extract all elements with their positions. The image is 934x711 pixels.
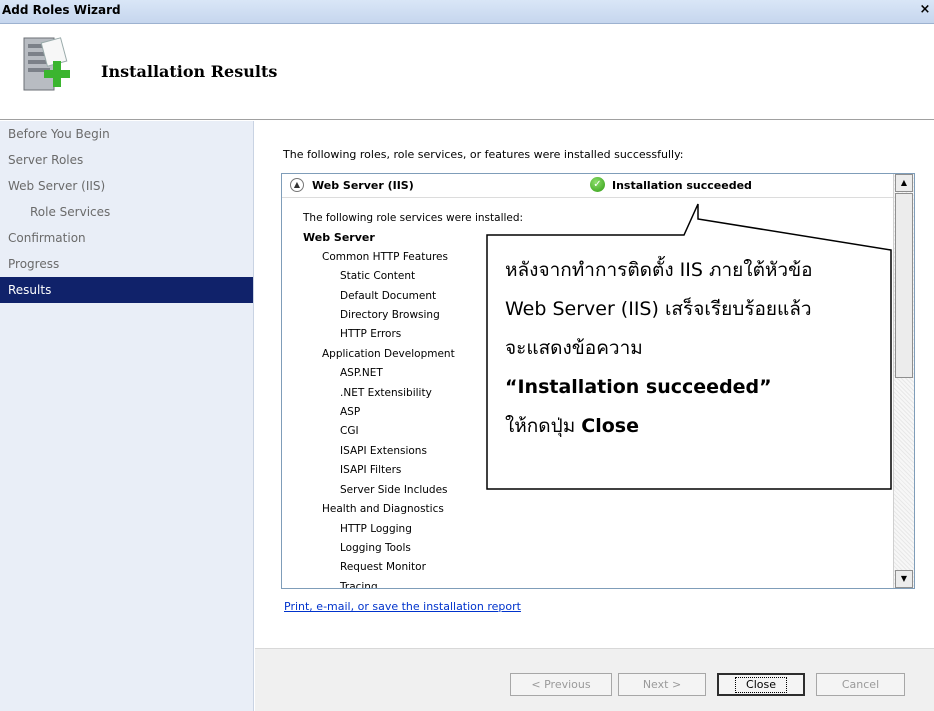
- callout-line: Web Server (IIS) เสร็จเรียบร้อยแล้ว: [505, 298, 812, 320]
- close-button-label: Close: [735, 677, 787, 693]
- report-link[interactable]: Print, e-mail, or save the installation …: [284, 600, 521, 613]
- nav-item-before-you-begin[interactable]: Before You Begin: [0, 121, 253, 147]
- nav-item-results[interactable]: Results: [0, 277, 253, 303]
- role-title: Web Server (IIS): [312, 179, 414, 192]
- nav-item-server-roles[interactable]: Server Roles: [0, 147, 253, 173]
- scroll-up-icon[interactable]: ▲: [895, 174, 913, 192]
- nav-item-web-server[interactable]: Web Server (IIS): [0, 173, 253, 199]
- callout-prefix: ให้กดปุ่ม: [505, 415, 582, 437]
- tree-item: HTTP Logging: [340, 522, 412, 535]
- nav-item-progress[interactable]: Progress: [0, 251, 253, 277]
- scroll-thumb[interactable]: [895, 193, 913, 378]
- success-check-icon: ✓: [590, 177, 605, 192]
- intro-text: The following roles, role services, or f…: [283, 148, 684, 161]
- callout-line: ให้กดปุ่ม Close: [505, 407, 885, 446]
- callout-text: หลังจากทำการติดตั้ง IIS ภายใต้หัวข้อ Web…: [505, 251, 885, 446]
- collapse-icon[interactable]: ▲: [290, 178, 304, 192]
- callout-line: จะแสดงข้อความ: [505, 337, 643, 359]
- callout-line: หลังจากทำการติดตั้ง IIS ภายใต้หัวข้อ: [505, 259, 813, 281]
- next-button[interactable]: Next >: [618, 673, 706, 696]
- tree-item: Tracing: [340, 580, 378, 589]
- previous-button[interactable]: < Previous: [510, 673, 612, 696]
- wizard-header: Installation Results: [0, 24, 934, 120]
- close-window-icon[interactable]: ×: [918, 3, 932, 19]
- cancel-button[interactable]: Cancel: [816, 673, 905, 696]
- close-button[interactable]: Close: [717, 673, 805, 696]
- tree-item: Request Monitor: [340, 561, 426, 574]
- window-title: Add Roles Wizard: [2, 3, 121, 17]
- tree-item: Health and Diagnostics: [322, 503, 444, 516]
- nav-item-role-services[interactable]: Role Services: [0, 199, 253, 225]
- wizard-nav: Before You Begin Server Roles Web Server…: [0, 121, 254, 711]
- scroll-down-icon[interactable]: ▼: [895, 570, 913, 588]
- callout-close-word: Close: [581, 415, 639, 437]
- vertical-scrollbar[interactable]: ▲ ▼: [893, 174, 914, 588]
- tree-item: Logging Tools: [340, 541, 411, 554]
- callout-line: “Installation succeeded”: [505, 376, 772, 398]
- status-text: Installation succeeded: [612, 179, 752, 192]
- window-titlebar: Add Roles Wizard ×: [0, 0, 934, 24]
- nav-item-confirmation[interactable]: Confirmation: [0, 225, 253, 251]
- server-add-icon: [23, 37, 70, 91]
- page-title: Installation Results: [101, 62, 278, 81]
